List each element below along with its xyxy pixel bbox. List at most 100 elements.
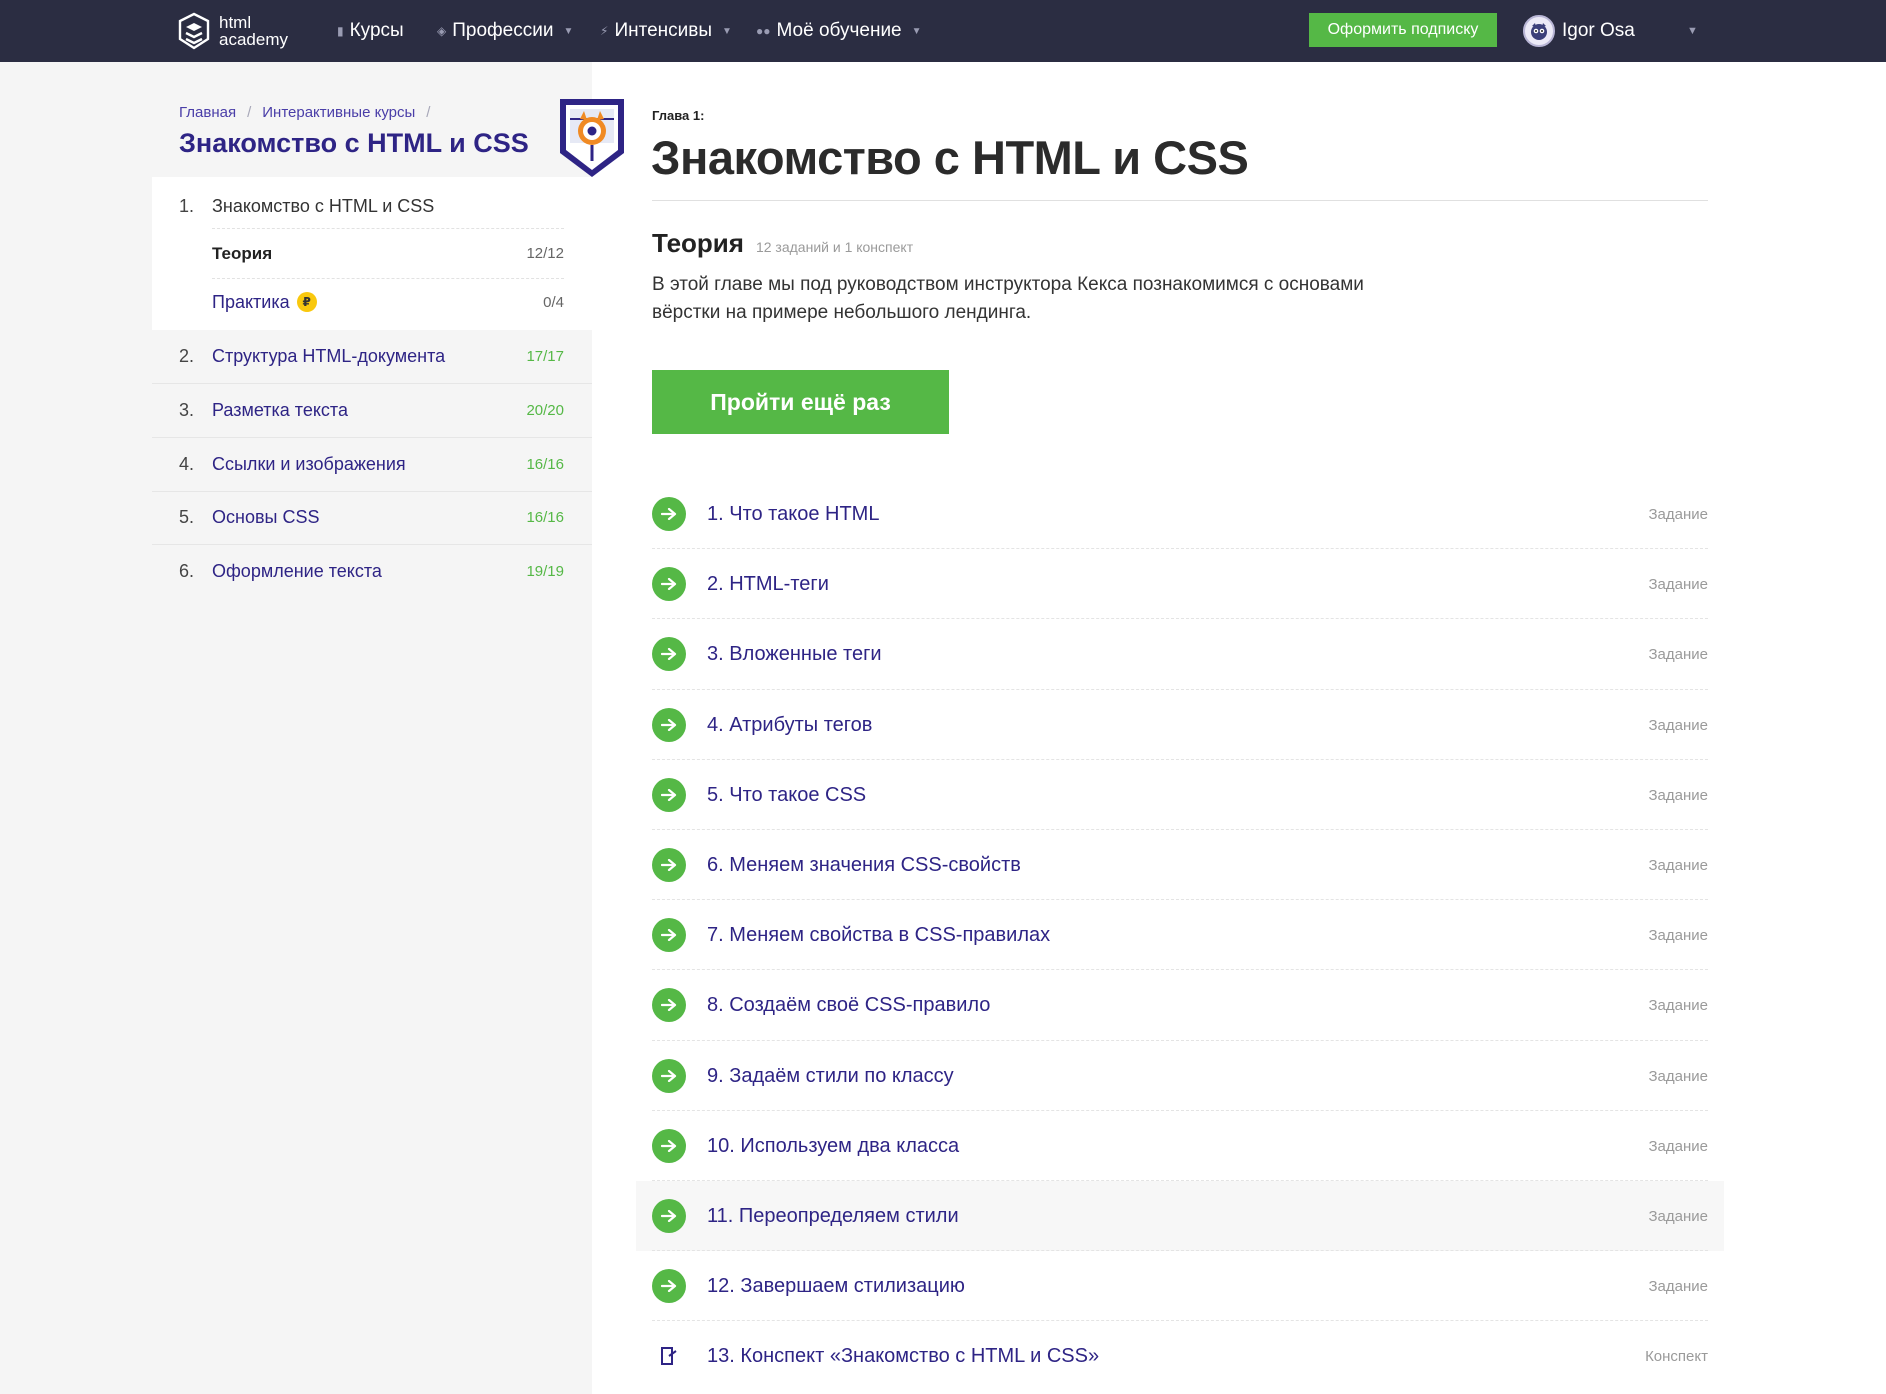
chapter-count: 19/19 (526, 562, 564, 580)
avatar[interactable] (1523, 15, 1555, 47)
logo[interactable]: html academy (178, 10, 288, 52)
sidebar-chapter-5[interactable]: 5. Основы CSS 16/16 (179, 503, 564, 531)
chevron-down-icon: ▼ (722, 25, 732, 37)
lesson-title: 11. Переопределяем стили (707, 1204, 959, 1227)
chapter-number: 4. (179, 453, 195, 474)
lesson-type: Задание (1648, 1207, 1708, 1225)
bar-chart-icon: ▮ (337, 24, 344, 38)
subscribe-button[interactable]: Оформить подписку (1309, 13, 1497, 47)
chapter-count: 20/20 (526, 401, 564, 419)
lesson-item[interactable]: 8. Создаём своё CSS-правило Задание (636, 970, 1724, 1040)
breadcrumb-separator: / (426, 104, 431, 121)
lesson-title: 1. Что такое HTML (707, 502, 880, 525)
chapter-title: Оформление текста (212, 560, 382, 581)
chapter-count: 17/17 (526, 347, 564, 365)
user-name[interactable]: Igor Osa (1562, 0, 1635, 62)
sidebar-chapter-4[interactable]: 4. Ссылки и изображения 16/16 (179, 450, 564, 478)
sidebar-chapter-3[interactable]: 3. Разметка текста 20/20 (179, 396, 564, 424)
lesson-title: 9. Задаём стили по классу (707, 1064, 954, 1087)
divider (212, 278, 564, 279)
divider (652, 200, 1708, 201)
lesson-type: Задание (1648, 575, 1708, 593)
arrow-right-icon (652, 567, 686, 601)
lesson-item[interactable]: 2. HTML-теги Задание (636, 549, 1724, 619)
breadcrumb-home[interactable]: Главная (179, 104, 236, 121)
chapter-title: Структура HTML-документа (212, 345, 446, 366)
arrow-right-icon (652, 918, 686, 952)
theory-header: Теория 12 заданий и 1 конспект (652, 228, 913, 259)
chevron-down-icon: ▼ (911, 25, 922, 37)
nav-professions[interactable]: ◈ Профессии ▼ (437, 0, 573, 62)
lesson-title: 13. Конспект «Знакомство с HTML и CSS» (707, 1344, 1100, 1367)
arrow-right-icon (652, 1199, 686, 1233)
lesson-type: Задание (1648, 1137, 1708, 1155)
sidebar-item-practice[interactable]: Практика ₽ 0/4 (212, 288, 564, 316)
chapter-number: 2. (179, 345, 195, 366)
lesson-item[interactable]: 1. Что такое HTML Задание (636, 479, 1724, 549)
chapter-title: Ссылки и изображения (212, 453, 406, 474)
arrow-right-icon (652, 708, 686, 742)
lesson-item[interactable]: 3. Вложенные теги Задание (636, 619, 1724, 689)
lesson-title: 7. Меняем свойства в CSS-правилах (707, 923, 1051, 946)
breadcrumb: Главная / Интерактивные курсы / (179, 104, 441, 121)
lesson-type: Задание (1648, 926, 1708, 944)
chapter-title: Разметка текста (212, 399, 348, 420)
sidebar-item-theory[interactable]: Теория 12/12 (212, 240, 564, 268)
course-badge-icon (560, 99, 624, 177)
divider (152, 437, 592, 438)
logo-text: html academy (219, 14, 288, 48)
lesson-type: Задание (1648, 1067, 1708, 1085)
lesson-item[interactable]: 7. Меняем свойства в CSS-правилах Задание (636, 900, 1724, 970)
lesson-item[interactable]: 9. Задаём стили по классу Задание (636, 1041, 1724, 1111)
lesson-title: 3. Вложенные теги (707, 642, 882, 665)
users-icon: ●● (756, 24, 771, 38)
lesson-item[interactable]: 11. Переопределяем стили Задание (636, 1181, 1724, 1251)
chevron-down-icon: ▼ (563, 25, 574, 37)
arrow-right-icon (652, 637, 686, 671)
arrow-right-icon (652, 1129, 686, 1163)
theory-title: Теория (652, 228, 744, 258)
lesson-item[interactable]: 4. Атрибуты тегов Задание (636, 690, 1724, 760)
chapter-label: Глава 1: (652, 108, 705, 123)
sidebar-chapter-1[interactable]: 1. Знакомство с HTML и CSS (179, 192, 564, 220)
chapter-title: Основы CSS (212, 506, 320, 527)
arrow-right-icon (652, 778, 686, 812)
lesson-item[interactable]: 12. Завершаем стилизацию Задание (636, 1251, 1724, 1321)
sub-item-count: 12/12 (526, 245, 564, 262)
arrow-right-icon (652, 1059, 686, 1093)
nav-intensives[interactable]: ⚡ Интенсивы ▼ (600, 0, 732, 62)
logo-line-1: html (219, 13, 252, 32)
graduation-cap-icon: ◈ (437, 24, 447, 38)
sidebar-chapter-2[interactable]: 2. Структура HTML-документа 17/17 (179, 342, 564, 370)
lesson-title: 6. Меняем значения CSS-свойств (707, 853, 1021, 876)
lesson-item[interactable]: 10. Используем два класса Задание (636, 1111, 1724, 1181)
arrow-right-icon (652, 1269, 686, 1303)
chapter-number: 1. (179, 195, 195, 216)
retry-button[interactable]: Пройти ещё раз (652, 370, 949, 434)
nav-my-learning[interactable]: ●● Моё обучение ▼ (756, 0, 922, 62)
lesson-type: Задание (1648, 996, 1708, 1014)
breadcrumb-courses[interactable]: Интерактивные курсы (262, 104, 415, 121)
nav-my-learning-label: Моё обучение (776, 20, 902, 41)
lesson-type: Задание (1648, 786, 1708, 804)
breadcrumb-separator: / (247, 104, 252, 121)
lesson-type: Конспект (1645, 1347, 1708, 1365)
nav-courses-label: Курсы (349, 20, 404, 41)
coin-badge-icon: ₽ (296, 292, 317, 312)
sub-item-count: 0/4 (543, 293, 564, 311)
chapter-description: В этой главе мы под руководством инструк… (652, 274, 1364, 323)
lesson-title: 12. Завершаем стилизацию (707, 1274, 965, 1297)
nav-courses[interactable]: ▮ Курсы (337, 0, 404, 62)
lesson-type: Задание (1648, 505, 1708, 523)
note-icon (661, 1347, 677, 1365)
arrow-right-icon (652, 848, 686, 882)
lesson-item[interactable]: 5. Что такое CSS Задание (636, 760, 1724, 830)
lesson-item[interactable]: 13. Конспект «Знакомство с HTML и CSS» Ко… (636, 1321, 1724, 1391)
user-menu-chevron-icon[interactable]: ▼ (1687, 0, 1698, 62)
lesson-title: 4. Атрибуты тегов (707, 713, 873, 736)
sidebar-chapter-6[interactable]: 6. Оформление текста 19/19 (179, 557, 564, 585)
divider (152, 491, 592, 492)
page-title: Знакомство с HTML и CSS (651, 131, 1249, 184)
lesson-item[interactable]: 6. Меняем значения CSS-свойств Задание (636, 830, 1724, 900)
lesson-title: 8. Создаём своё CSS-правило (707, 993, 991, 1016)
